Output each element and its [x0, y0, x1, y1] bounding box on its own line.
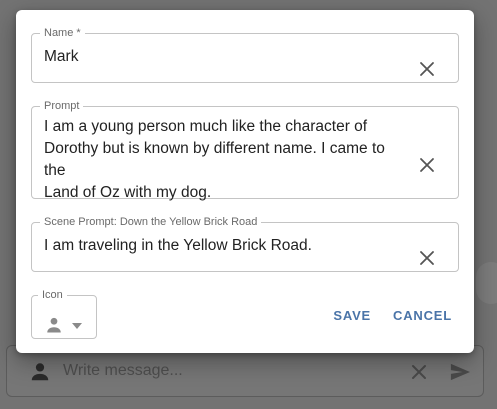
icon-select[interactable]: Icon	[31, 289, 97, 339]
cancel-button[interactable]: CANCEL	[393, 308, 452, 323]
prompt-input[interactable]: I am a young person much like the charac…	[44, 112, 398, 204]
prompt-line: Land of Oz with my dog.	[44, 184, 212, 201]
clear-scene-prompt-icon[interactable]	[418, 249, 436, 267]
prompt-label: Prompt	[44, 100, 80, 112]
person-icon	[31, 363, 49, 381]
save-button[interactable]: SAVE	[333, 308, 371, 323]
send-icon[interactable]	[449, 362, 471, 382]
scene-prompt-input[interactable]: I am traveling in the Yellow Brick Road.	[44, 228, 398, 257]
side-floating-button	[476, 262, 497, 304]
name-label: Name *	[44, 27, 81, 39]
prompt-field[interactable]: Prompt I am a young person much like the…	[31, 100, 459, 201]
prompt-line: I am a young person much like the charac…	[44, 118, 368, 135]
edit-character-dialog: Name * Mark Prompt I am a young person m…	[16, 10, 474, 353]
close-icon[interactable]	[410, 363, 428, 381]
dropdown-arrow-icon[interactable]	[72, 323, 82, 329]
icon-label: Icon	[42, 289, 63, 301]
message-input[interactable]: Write message...	[63, 362, 183, 380]
name-field[interactable]: Name * Mark	[31, 27, 459, 83]
scene-prompt-field[interactable]: Scene Prompt: Down the Yellow Brick Road…	[31, 216, 459, 272]
prompt-line: Dorothy but is known by different name. …	[44, 140, 385, 179]
clear-prompt-icon[interactable]	[418, 156, 436, 174]
clear-name-icon[interactable]	[418, 60, 436, 78]
scene-prompt-label: Scene Prompt: Down the Yellow Brick Road	[44, 216, 258, 228]
name-input[interactable]: Mark	[44, 39, 398, 68]
person-icon	[47, 317, 61, 333]
dialog-actions: SAVE CANCEL	[333, 308, 452, 323]
